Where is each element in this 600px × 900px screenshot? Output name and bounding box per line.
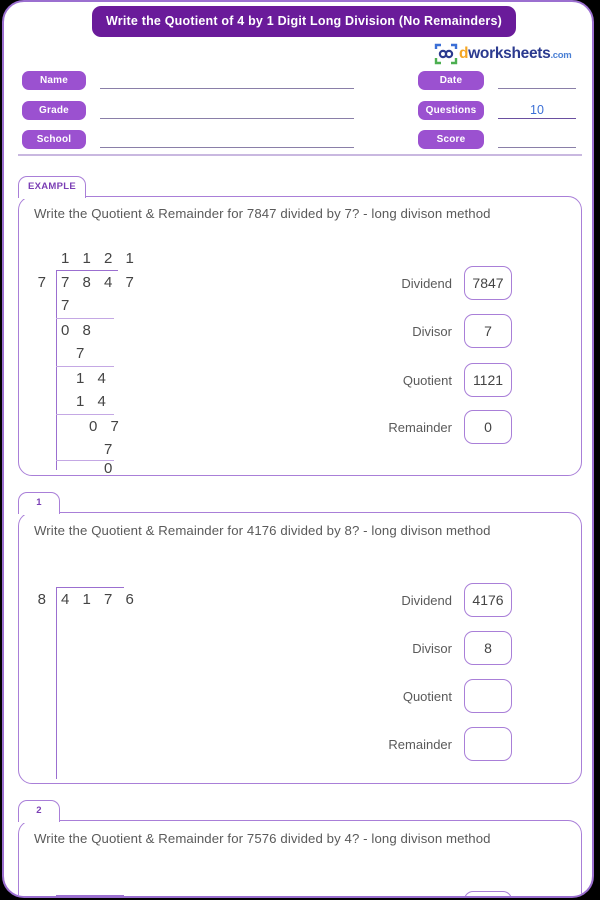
field-questions: Questions 10 — [418, 101, 576, 120]
field-name-label: Name — [22, 71, 86, 90]
answer-label-divisor: Divisor — [412, 323, 452, 339]
bracket-infinity-icon — [434, 43, 458, 65]
example-answer-dividend: Dividend 7847 — [356, 266, 512, 300]
question-2-text: Write the Quotient & Remainder for 7576 … — [34, 831, 491, 846]
field-questions-label: Questions — [418, 101, 484, 120]
question-1-dividend-box[interactable]: 4176 — [464, 583, 512, 617]
example-step-line — [56, 318, 114, 320]
field-questions-value: 10 — [530, 102, 544, 117]
logo-text-worksheets: worksheets — [468, 45, 551, 62]
example-step-row: 1 4 — [76, 393, 111, 410]
field-name: Name — [22, 71, 354, 90]
example-quotient-box[interactable]: 1121 — [464, 363, 512, 397]
field-school-input[interactable] — [100, 132, 354, 148]
example-step-row: 0 7 — [89, 418, 124, 435]
example-step-row: 7 — [104, 441, 117, 458]
example-question-text: Write the Quotient & Remainder for 7847 … — [34, 206, 491, 221]
question-2-dividend-box[interactable]: 7576 — [464, 891, 512, 896]
question-1-quotient-box[interactable] — [464, 679, 512, 713]
field-questions-input[interactable]: 10 — [498, 103, 576, 119]
answer-label-divisor: Divisor — [412, 640, 452, 656]
worksheet-page: Write the Quotient of 4 by 1 Digit Long … — [2, 0, 594, 898]
example-step-line — [56, 366, 114, 368]
question-1-tab: 1 — [18, 492, 60, 514]
question-1-text: Write the Quotient & Remainder for 4176 … — [34, 523, 491, 538]
field-score-input[interactable] — [498, 132, 576, 148]
example-step-line — [56, 414, 114, 416]
logo-text-d: d — [459, 45, 469, 62]
example-step-row: 7 — [61, 297, 74, 314]
field-name-input[interactable] — [100, 73, 354, 89]
example-dividend-box[interactable]: 7847 — [464, 266, 512, 300]
field-school: School — [22, 130, 354, 149]
field-grade-input[interactable] — [100, 103, 354, 119]
example-step-row: 0 8 — [61, 322, 96, 339]
brand-logo: dworksheets.com — [434, 42, 572, 66]
example-step-row: 7 — [76, 345, 89, 362]
example-answer-quotient: Quotient 1121 — [356, 363, 512, 397]
example-step-row: 0 — [104, 460, 117, 477]
question-2-answer-dividend: Dividend 7576 — [356, 891, 512, 896]
answer-label-remainder: Remainder — [388, 419, 452, 435]
answer-label-dividend: Dividend — [401, 275, 452, 291]
example-answer-divisor: Divisor 7 — [356, 314, 512, 348]
field-date-input[interactable] — [498, 73, 576, 89]
field-date-label: Date — [418, 71, 484, 90]
field-grade: Grade — [22, 101, 354, 120]
field-date: Date — [418, 71, 576, 90]
example-answer-remainder: Remainder 0 — [356, 410, 512, 444]
answer-label-quotient: Quotient — [402, 372, 452, 388]
question-2-tab: 2 — [18, 800, 60, 822]
question-1-answer-dividend: Dividend 4176 — [356, 583, 512, 617]
question-1-answer-quotient: Quotient — [356, 679, 512, 713]
field-school-label: School — [22, 130, 86, 149]
answer-label-quotient: Quotient — [402, 688, 452, 704]
example-step-row: 1 4 — [76, 370, 111, 387]
answer-label-remainder: Remainder — [388, 736, 452, 752]
example-quotient-row: 1 1 2 1 — [61, 250, 139, 267]
question-2-division-bracket — [56, 895, 124, 896]
question-1-answer-divisor: Divisor 8 — [356, 631, 512, 665]
question-1-dividend-row: 4 1 7 6 — [61, 591, 139, 608]
example-dividend-row: 7 8 4 7 — [61, 274, 139, 291]
question-1-divisor-box[interactable]: 8 — [464, 631, 512, 665]
example-tab: EXAMPLE — [18, 176, 86, 198]
field-score-label: Score — [418, 130, 484, 149]
example-divisor-box[interactable]: 7 — [464, 314, 512, 348]
field-score: Score — [418, 130, 576, 149]
question-1-remainder-box[interactable] — [464, 727, 512, 761]
field-grade-label: Grade — [22, 101, 86, 120]
question-1-divisor: 8 — [37, 591, 46, 608]
answer-label-dividend: Dividend — [401, 592, 452, 608]
page-title: Write the Quotient of 4 by 1 Digit Long … — [92, 6, 516, 37]
header-divider — [18, 154, 582, 156]
logo-text-com: .com — [550, 50, 572, 61]
question-1-division-bracket — [56, 587, 124, 779]
example-divisor: 7 — [37, 274, 46, 291]
example-remainder-box[interactable]: 0 — [464, 410, 512, 444]
question-1-answer-remainder: Remainder — [356, 727, 512, 761]
